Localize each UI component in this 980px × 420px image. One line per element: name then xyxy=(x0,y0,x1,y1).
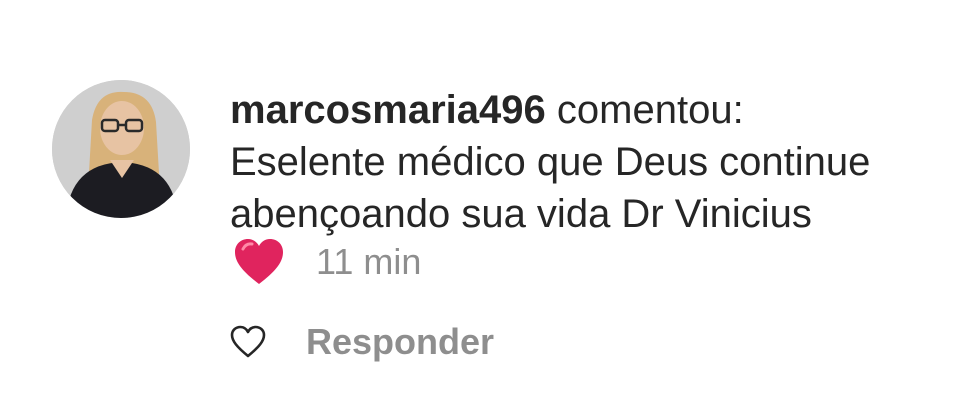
comment-text-line-1: Eselente médico que Deus continue xyxy=(230,140,871,184)
comment-notification: marcosmaria496 comentou: Eselente médico… xyxy=(0,0,980,420)
avatar-photo xyxy=(52,80,190,218)
red-heart-emoji-icon xyxy=(235,239,283,284)
reply-button[interactable]: Responder xyxy=(306,321,494,363)
avatar[interactable] xyxy=(52,80,190,218)
comment-timestamp: 11 min xyxy=(316,241,422,282)
heart-outline-icon xyxy=(230,325,266,358)
comment-header: marcosmaria496 comentou: xyxy=(230,84,970,136)
username[interactable]: marcosmaria496 xyxy=(230,88,546,132)
comment-action: comentou: xyxy=(556,88,744,132)
comment-body: marcosmaria496 comentou: Eselente médico… xyxy=(230,84,970,240)
like-button[interactable] xyxy=(230,325,266,359)
comment-actions: Responder xyxy=(230,318,494,366)
comment-meta: 11 min xyxy=(232,232,421,292)
